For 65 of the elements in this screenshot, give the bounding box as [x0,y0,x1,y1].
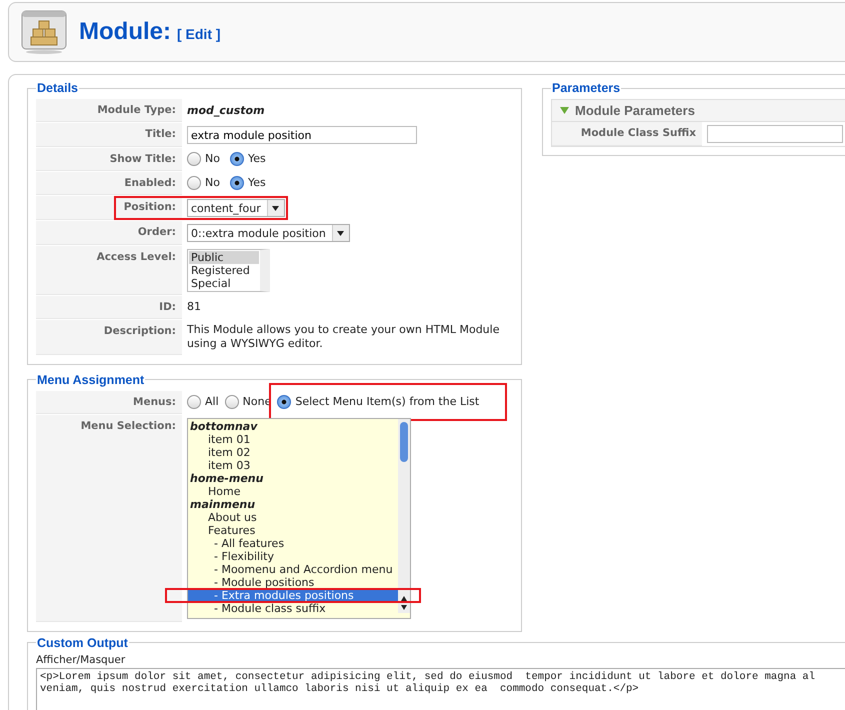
class-suffix-field[interactable] [707,125,843,143]
caret-icon [272,206,280,210]
dropdown[interactable]: 0::extra module position [187,224,350,242]
radio-label: Yes [248,176,266,191]
menu-selection-list[interactable]: bottomnav item 01 item 02 item 03 home-menu Home mainmenu About us Features - All features - Flexibility - Moomenu and Accordion menu - Module positions - Extra modules positions - Module class suffix [187,418,411,619]
field-label: Show Title: [36,148,182,171]
field-label: Menus: [36,390,182,414]
menu-item[interactable]: mainmenu [188,498,398,511]
menu-item[interactable]: - Flexibility [188,550,398,563]
page-subtitle: [ Edit ] [176,26,221,42]
field-label: Module Type: [36,99,182,122]
menu-item[interactable]: - Module class suffix [188,602,398,615]
field-label: Description: [36,320,182,355]
field-label: Order: [36,221,182,245]
field-label: Position: [36,196,182,220]
menu-item[interactable]: - All features [188,536,398,550]
radio-label: No [205,176,220,191]
menu-item[interactable]: - Moomenu and Accordion menu [188,562,398,576]
radio-button[interactable] [224,395,239,410]
pane-header[interactable]: Module Parameters [552,100,845,122]
radio-label: Yes [248,152,266,167]
radio-button[interactable] [230,176,244,190]
module-type-value: mod_custom [187,104,265,117]
fieldset-legend: Details [36,81,79,95]
html-text-area[interactable]: <p>Lorem ipsum dolor sit amet, consectetur adipisicing elit, sed do eiusmod tempor incididunt ut labore et dolore magna al veniam, quis nostrud exercitation ullamco laboris nisi ut aliquip ex ea commodo consequat.</p> [36,668,845,710]
radio-label: All [205,394,219,410]
fieldset-legend: Parameters [551,81,622,95]
field-label: Module Class Suffix [552,122,702,146]
radio-button[interactable] [187,152,201,166]
toggle-editor-link[interactable]: Afficher/Masquer [36,654,126,666]
menu-item[interactable]: item 03 [188,458,398,472]
fieldset-legend: Custom Output [36,636,129,650]
menu-item[interactable]: Home [188,484,398,498]
field-label: Access Level: [36,246,182,295]
list-option[interactable]: Special [189,277,259,290]
pane-title: Module Parameters [575,103,695,118]
field-value: 81 [187,300,201,315]
scrollbar[interactable] [398,418,410,613]
radio-label: Select Menu Item(s) from the List [295,394,480,410]
menu-item[interactable]: Features [188,524,398,537]
field-label: ID: [36,296,182,319]
field-label: Title: [36,123,182,147]
menu-item[interactable]: item 01 [188,432,398,446]
radio-button[interactable] [277,395,292,410]
list-option[interactable]: Public [189,251,259,264]
menu-item[interactable]: item 02 [188,446,398,459]
fieldset-legend: Menu Assignment [36,372,146,387]
page-title: Module: [79,18,171,45]
radio-button[interactable] [187,395,201,410]
module-icon [21,10,67,54]
caret-icon [337,230,344,236]
list-option[interactable]: Registered [189,264,259,277]
field-label: Menu Selection: [36,414,182,622]
menu-item[interactable]: - Module positions [188,576,398,589]
dropdown[interactable]: content_four [187,199,285,217]
menu-item[interactable]: About us [188,510,398,524]
field-label: Enabled: [36,172,182,195]
field-value: This Module allows you to create your own HTML Module using a WYSIWYG editor. [187,323,500,352]
title-field[interactable]: extra module position [187,126,417,144]
access-level-list[interactable]: Public Registered Special [187,249,270,292]
radio-button[interactable] [187,176,201,190]
menu-item[interactable]: bottomnav [188,420,398,433]
radio-label: No [205,152,220,167]
menu-item[interactable]: home-menu [188,472,398,485]
radio-button[interactable] [230,152,244,166]
